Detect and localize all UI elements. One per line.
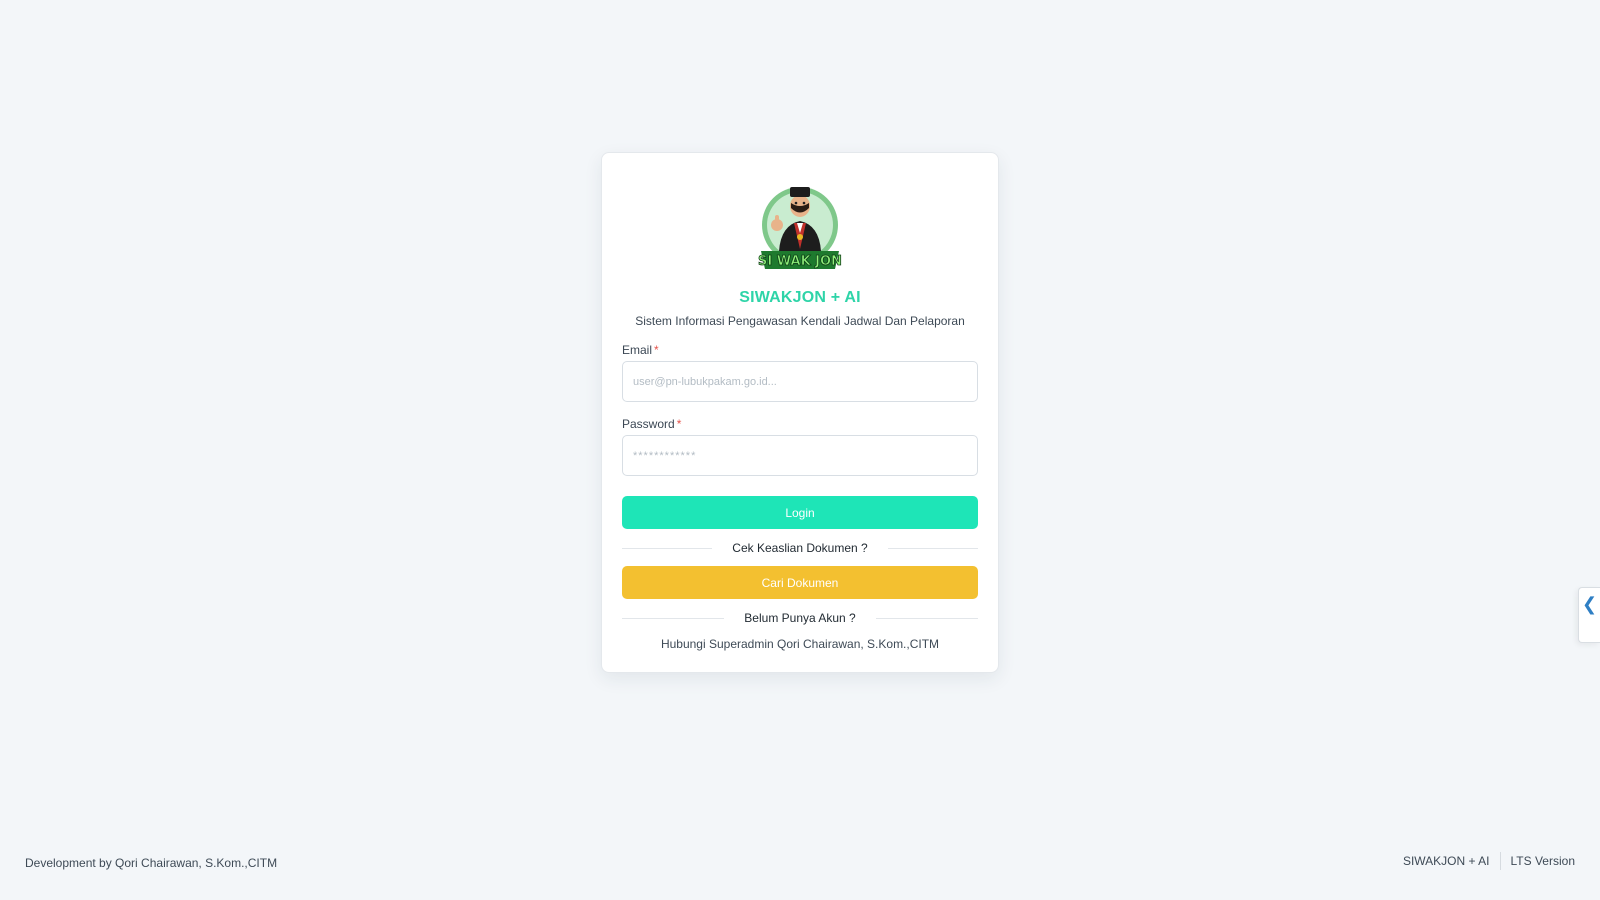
verify-divider-text: Cek Keaslian Dokumen ?	[732, 541, 868, 555]
email-input[interactable]	[622, 361, 978, 402]
divider-line	[622, 547, 713, 549]
contact-superadmin-text: Hubungi Superadmin Qori Chairawan, S.Kom…	[660, 637, 940, 651]
siwakjon-logo: SI WAK JON	[758, 187, 842, 269]
account-divider: Belum Punya Akun ?	[622, 610, 978, 626]
login-card: SI WAK JON SIWAKJON + AI Sistem Informas…	[601, 152, 999, 673]
chevron-left-icon: ❮	[1581, 594, 1598, 614]
svg-text:SI WAK JON: SI WAK JON	[758, 254, 842, 269]
footer-app-name: SIWAKJON + AI	[1402, 854, 1490, 868]
footer-credit: Development by Qori Chairawan, S.Kom.,CI…	[25, 856, 278, 870]
verify-divider: Cek Keaslian Dokumen ?	[622, 540, 978, 556]
account-divider-text: Belum Punya Akun ?	[744, 611, 856, 625]
required-mark: *	[654, 343, 659, 357]
password-input[interactable]	[622, 435, 978, 476]
search-document-button[interactable]: Cari Dokumen	[622, 566, 978, 599]
divider-line	[875, 617, 978, 619]
app-title: SIWAKJON + AI	[739, 289, 861, 306]
email-label: Email *	[622, 343, 978, 357]
divider-line	[622, 617, 725, 619]
divider-line	[887, 547, 978, 549]
footer-info: SIWAKJON + AI LTS Version	[1403, 852, 1575, 870]
email-label-text: Email	[622, 343, 653, 357]
footer-version: LTS Version	[1510, 854, 1575, 868]
login-button[interactable]: Login	[622, 496, 978, 529]
password-label: Password *	[622, 417, 978, 431]
required-mark: *	[676, 417, 682, 431]
side-panel-toggle[interactable]: ❮	[1578, 587, 1600, 643]
login-page: SI WAK JON SIWAKJON + AI Sistem Informas…	[0, 0, 1600, 900]
app-subtitle: Sistem Informasi Pengawasan Kendali Jadw…	[635, 314, 965, 328]
password-label-text: Password	[622, 417, 675, 431]
footer-separator	[1499, 852, 1501, 870]
